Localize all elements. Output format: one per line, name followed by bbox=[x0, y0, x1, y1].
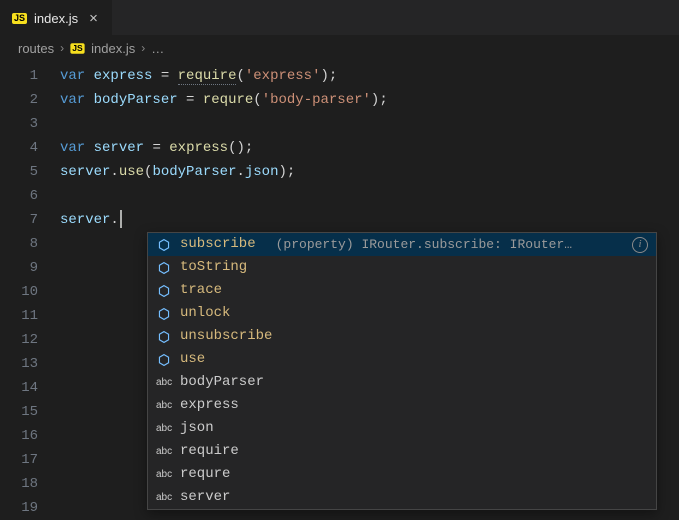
line-number: 8 bbox=[0, 232, 60, 256]
line-number: 15 bbox=[0, 400, 60, 424]
suggest-label: unsubscribe bbox=[180, 325, 272, 348]
field-icon bbox=[156, 237, 172, 253]
line-number-gutter: 12345678910111213141516171819 bbox=[0, 60, 60, 520]
suggest-item-trace[interactable]: trace bbox=[148, 279, 656, 302]
line-number: 4 bbox=[0, 136, 60, 160]
suggest-item-json[interactable]: abcjson bbox=[148, 417, 656, 440]
text-cursor bbox=[120, 210, 122, 228]
close-icon[interactable]: × bbox=[85, 11, 102, 26]
suggest-label: requre bbox=[180, 463, 230, 486]
line-number: 3 bbox=[0, 112, 60, 136]
suggest-label: subscribe bbox=[180, 233, 256, 256]
tab-filename: index.js bbox=[34, 11, 78, 26]
tab-index-js[interactable]: JS index.js × bbox=[0, 0, 112, 35]
line-number: 11 bbox=[0, 304, 60, 328]
suggest-label: express bbox=[180, 394, 239, 417]
chevron-right-icon: › bbox=[60, 41, 64, 55]
line-number: 7 bbox=[0, 208, 60, 232]
suggest-item-unlock[interactable]: unlock bbox=[148, 302, 656, 325]
line-number: 5 bbox=[0, 160, 60, 184]
suggest-label: require bbox=[180, 440, 239, 463]
line-number: 2 bbox=[0, 88, 60, 112]
suggest-item-unsubscribe[interactable]: unsubscribe bbox=[148, 325, 656, 348]
tab-bar: JS index.js × bbox=[0, 0, 679, 36]
code-line[interactable]: var server = express(); bbox=[60, 136, 679, 160]
text-icon: abc bbox=[156, 394, 172, 417]
text-icon: abc bbox=[156, 486, 172, 509]
suggest-label: trace bbox=[180, 279, 222, 302]
line-number: 16 bbox=[0, 424, 60, 448]
editor[interactable]: 12345678910111213141516171819 var expres… bbox=[0, 60, 679, 520]
suggest-detail: (property) IRouter.subscribe: IRouter… bbox=[276, 233, 618, 256]
code-line[interactable] bbox=[60, 112, 679, 136]
chevron-right-icon: › bbox=[141, 41, 145, 55]
field-icon bbox=[156, 306, 172, 322]
text-icon: abc bbox=[156, 440, 172, 463]
breadcrumb-file[interactable]: index.js bbox=[91, 41, 135, 56]
field-icon bbox=[156, 329, 172, 345]
field-icon bbox=[156, 352, 172, 368]
line-number: 14 bbox=[0, 376, 60, 400]
suggest-label: bodyParser bbox=[180, 371, 264, 394]
text-icon: abc bbox=[156, 463, 172, 486]
line-number: 9 bbox=[0, 256, 60, 280]
js-file-icon: JS bbox=[71, 43, 85, 53]
breadcrumb-folder[interactable]: routes bbox=[18, 41, 54, 56]
code-line[interactable]: var bodyParser = requre('body-parser'); bbox=[60, 88, 679, 112]
line-number: 13 bbox=[0, 352, 60, 376]
suggest-label: server bbox=[180, 486, 230, 509]
text-icon: abc bbox=[156, 371, 172, 394]
line-number: 10 bbox=[0, 280, 60, 304]
suggest-item-require[interactable]: abc require bbox=[148, 440, 656, 463]
code-line[interactable]: server.use(bodyParser.json); bbox=[60, 160, 679, 184]
suggest-label: toString bbox=[180, 256, 247, 279]
js-file-icon: JS bbox=[12, 13, 27, 24]
intellisense-popup[interactable]: subscribe (property) IRouter.subscribe: I… bbox=[147, 232, 657, 510]
line-number: 17 bbox=[0, 448, 60, 472]
suggest-item-use[interactable]: use bbox=[148, 348, 656, 371]
suggest-item-toString[interactable]: toString bbox=[148, 256, 656, 279]
suggest-item-express[interactable]: abc express bbox=[148, 394, 656, 417]
suggest-item-requre[interactable]: abc requre bbox=[148, 463, 656, 486]
line-number: 1 bbox=[0, 64, 60, 88]
code-line[interactable]: server. bbox=[60, 208, 679, 232]
line-number: 19 bbox=[0, 496, 60, 520]
line-number: 6 bbox=[0, 184, 60, 208]
suggest-item-bodyParser[interactable]: abc bodyParser bbox=[148, 371, 656, 394]
suggest-item-subscribe[interactable]: subscribe (property) IRouter.subscribe: I… bbox=[148, 233, 656, 256]
field-icon bbox=[156, 283, 172, 299]
suggest-label: use bbox=[180, 348, 205, 371]
suggest-label: unlock bbox=[180, 302, 230, 325]
line-number: 12 bbox=[0, 328, 60, 352]
field-icon bbox=[156, 260, 172, 276]
breadcrumb[interactable]: routes › JS index.js › … bbox=[0, 36, 679, 60]
suggest-label: json bbox=[180, 417, 214, 440]
code-line[interactable] bbox=[60, 184, 679, 208]
breadcrumb-overflow[interactable]: … bbox=[151, 41, 164, 56]
text-icon: abc bbox=[156, 417, 172, 440]
line-number: 18 bbox=[0, 472, 60, 496]
info-icon[interactable]: i bbox=[632, 237, 648, 253]
code-line[interactable]: var express = require('express'); bbox=[60, 64, 679, 88]
suggest-item-server[interactable]: abc server bbox=[148, 486, 656, 509]
